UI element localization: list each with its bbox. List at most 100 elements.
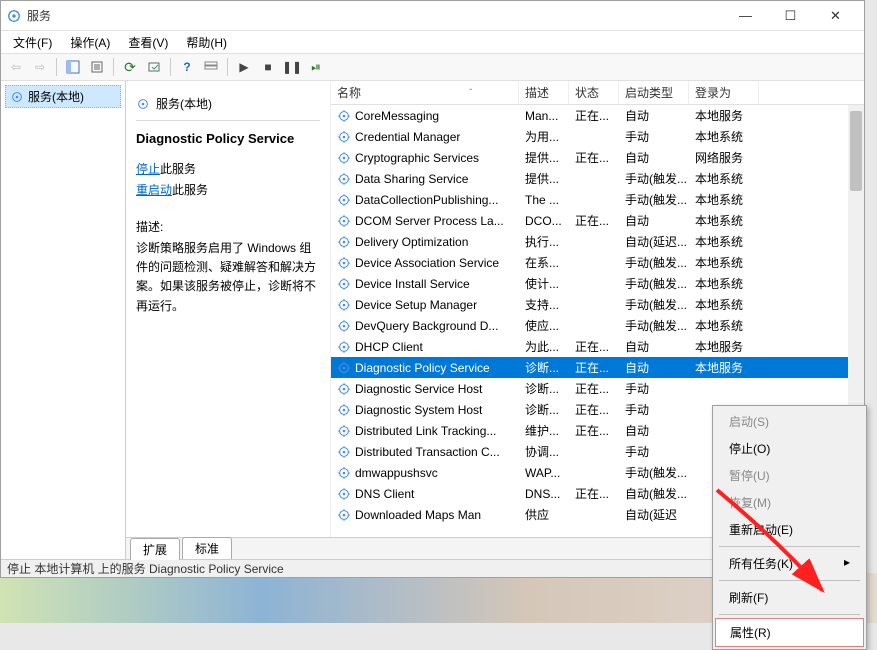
service-row[interactable]: Data Sharing Service提供...手动(触发...本地系统	[331, 168, 864, 189]
menu-help[interactable]: 帮助(H)	[178, 32, 235, 53]
col-name[interactable]: 名称ˆ	[331, 81, 519, 104]
ctx-all-tasks[interactable]: 所有任务(K)▸	[715, 550, 864, 577]
cell-status: 正在...	[569, 147, 619, 168]
cell-status: 正在...	[569, 420, 619, 441]
cell-desc: DNS...	[519, 485, 569, 503]
tab-extended[interactable]: 扩展	[130, 538, 180, 560]
help-button[interactable]: ?	[176, 56, 198, 78]
cell-name: Downloaded Maps Man	[331, 506, 519, 524]
cell-status	[569, 240, 619, 244]
restart-link[interactable]: 重启动	[136, 183, 172, 197]
ctx-start[interactable]: 启动(S)	[715, 408, 864, 435]
cell-status	[569, 324, 619, 328]
cell-name: DevQuery Background D...	[331, 317, 519, 335]
cell-starttype: 自动	[619, 147, 689, 168]
restart-service-button[interactable]: ⏯	[305, 56, 327, 78]
cell-name: Distributed Link Tracking...	[331, 422, 519, 440]
cell-starttype: 手动	[619, 126, 689, 147]
cell-status	[569, 282, 619, 286]
service-row[interactable]: DHCP Client为此...正在...自动本地服务	[331, 336, 864, 357]
gear-icon	[136, 97, 150, 111]
ctx-pause[interactable]: 暂停(U)	[715, 462, 864, 489]
service-row[interactable]: DevQuery Background D...使应... 手动(触发...本地系…	[331, 315, 864, 336]
cell-status: 正在...	[569, 210, 619, 231]
cell-status	[569, 513, 619, 517]
menubar: 文件(F) 操作(A) 查看(V) 帮助(H)	[1, 31, 864, 53]
cell-status: 正在...	[569, 399, 619, 420]
cell-starttype: 手动(触发...	[619, 168, 689, 189]
show-hide-button[interactable]	[62, 56, 84, 78]
cell-starttype: 手动(触发...	[619, 252, 689, 273]
service-row[interactable]: Device Install Service使计...手动(触发...本地系统	[331, 273, 864, 294]
scrollbar-thumb[interactable]	[850, 111, 862, 191]
maximize-button[interactable]: ☐	[768, 2, 813, 30]
tree-node-local-services[interactable]: 服务(本地)	[5, 85, 121, 108]
cell-name: Diagnostic Service Host	[331, 380, 519, 398]
stop-service-button[interactable]: ■	[257, 56, 279, 78]
cell-name: Distributed Transaction C...	[331, 443, 519, 461]
close-button[interactable]: ✕	[813, 2, 858, 30]
cell-logon: 本地系统	[689, 315, 759, 336]
cell-desc: WAP...	[519, 464, 569, 482]
cell-starttype: 自动	[619, 105, 689, 126]
minimize-button[interactable]: —	[723, 2, 768, 30]
cell-logon: 本地系统	[689, 210, 759, 231]
service-row[interactable]: DataCollectionPublishing...The ...手动(触发.…	[331, 189, 864, 210]
export-button[interactable]	[143, 56, 165, 78]
stop-link[interactable]: 停止	[136, 162, 160, 176]
cell-starttype: 手动	[619, 399, 689, 420]
service-row[interactable]: Device Setup Manager支持...手动(触发...本地系统	[331, 294, 864, 315]
cell-desc: 提供...	[519, 147, 569, 168]
ctx-refresh[interactable]: 刷新(F)	[715, 584, 864, 611]
cell-desc: 使计...	[519, 273, 569, 294]
cell-name: DataCollectionPublishing...	[331, 191, 519, 209]
cell-desc: 提供...	[519, 168, 569, 189]
cell-status	[569, 198, 619, 202]
cell-starttype: 自动	[619, 357, 689, 378]
col-status[interactable]: 状态	[569, 81, 619, 104]
service-row[interactable]: Credential Manager为用...手动本地系统	[331, 126, 864, 147]
col-desc[interactable]: 描述	[519, 81, 569, 104]
menu-view[interactable]: 查看(V)	[120, 32, 176, 53]
cell-logon: 本地系统	[689, 294, 759, 315]
ctx-resume[interactable]: 恢复(M)	[715, 489, 864, 516]
col-starttype[interactable]: 启动类型	[619, 81, 689, 104]
service-row[interactable]: DCOM Server Process La...DCO...正在...自动本地…	[331, 210, 864, 231]
menu-action[interactable]: 操作(A)	[62, 32, 118, 53]
view-mode-button[interactable]	[200, 56, 222, 78]
cell-logon: 本地服务	[689, 357, 759, 378]
cell-starttype: 手动(触发...	[619, 315, 689, 336]
start-service-button[interactable]: ▶	[233, 56, 255, 78]
cell-name: Device Install Service	[331, 275, 519, 293]
forward-button[interactable]: ⇨	[29, 56, 51, 78]
service-row[interactable]: CoreMessagingMan...正在...自动本地服务	[331, 105, 864, 126]
cell-logon: 本地系统	[689, 273, 759, 294]
tab-standard[interactable]: 标准	[182, 537, 232, 559]
service-row[interactable]: Diagnostic Policy Service诊断...正在...自动本地服…	[331, 357, 864, 378]
service-row[interactable]: Delivery Optimization执行...自动(延迟...本地系统	[331, 231, 864, 252]
pause-service-button[interactable]: ❚❚	[281, 56, 303, 78]
refresh-button[interactable]: ⟳	[119, 56, 141, 78]
cell-starttype: 自动	[619, 420, 689, 441]
col-logon[interactable]: 登录为	[689, 81, 759, 104]
cell-desc: 为用...	[519, 126, 569, 147]
cell-logon	[689, 387, 759, 391]
ctx-properties[interactable]: 属性(R)	[715, 618, 864, 647]
properties-button[interactable]	[86, 56, 108, 78]
ctx-stop[interactable]: 停止(O)	[715, 435, 864, 462]
service-row[interactable]: Device Association Service在系...手动(触发...本…	[331, 252, 864, 273]
cell-starttype: 自动	[619, 336, 689, 357]
service-row[interactable]: Cryptographic Services提供...正在...自动网络服务	[331, 147, 864, 168]
list-header: 名称ˆ 描述 状态 启动类型 登录为	[331, 81, 864, 105]
cell-logon: 本地系统	[689, 231, 759, 252]
description-label: 描述:	[136, 218, 320, 235]
menu-file[interactable]: 文件(F)	[5, 32, 60, 53]
ctx-restart[interactable]: 重新启动(E)	[715, 516, 864, 543]
cell-name: Data Sharing Service	[331, 170, 519, 188]
cell-status	[569, 471, 619, 475]
back-button[interactable]: ⇦	[5, 56, 27, 78]
cell-desc: 使应...	[519, 315, 569, 336]
cell-logon: 本地服务	[689, 105, 759, 126]
service-row[interactable]: Diagnostic Service Host诊断...正在...手动	[331, 378, 864, 399]
cell-desc: 支持...	[519, 294, 569, 315]
